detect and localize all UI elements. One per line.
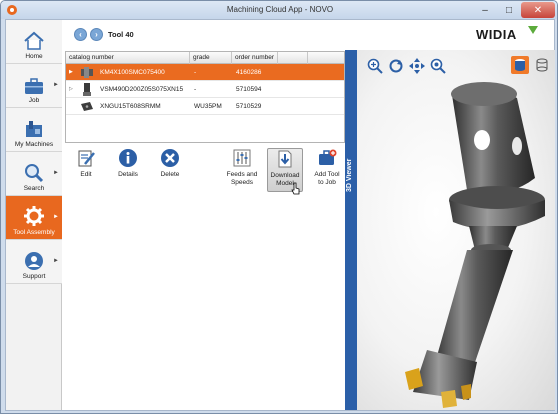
hand-cursor-icon bbox=[291, 182, 300, 195]
add-tool-to-job-button[interactable]: Add Tool to Job bbox=[309, 148, 345, 192]
table-row[interactable]: ▷ VSM490D200Z05S075XN15 - 5710594 bbox=[66, 81, 344, 98]
edit-label: Edit bbox=[80, 171, 92, 178]
tool-thumbnail-icon bbox=[81, 67, 93, 78]
delete-label: Delete bbox=[160, 171, 180, 178]
forward-button[interactable]: › bbox=[90, 28, 103, 41]
title-bar: Machining Cloud App - NOVO – □ ✕ bbox=[1, 1, 557, 19]
page-title: Tool 40 bbox=[108, 30, 134, 39]
minimize-button[interactable]: – bbox=[473, 2, 497, 18]
download-icon bbox=[278, 150, 292, 168]
add-tool-label-line2: to Job bbox=[318, 179, 336, 186]
brand-logo: WIDIA bbox=[476, 27, 517, 42]
edit-button[interactable]: Edit bbox=[68, 148, 104, 192]
expand-arrow-icon[interactable]: ▶ bbox=[69, 64, 73, 81]
support-icon bbox=[25, 252, 43, 270]
order-number-cell: 5710594 bbox=[236, 86, 262, 93]
magnifier-icon bbox=[25, 164, 44, 183]
sidebar: Home Job ► My Machines Search ► Tool Ass… bbox=[6, 20, 62, 410]
briefcase-icon bbox=[25, 78, 43, 94]
3d-viewer[interactable] bbox=[357, 50, 555, 410]
add-tool-label-line1: Add Tool bbox=[314, 171, 340, 178]
table-row[interactable]: ▶ KM4X100SMC075400 - 4160286 bbox=[66, 64, 344, 81]
catalog-number-cell: XNGU15T608SRMM bbox=[100, 103, 161, 110]
delete-button[interactable]: Delete bbox=[152, 148, 188, 192]
expand-arrow-icon[interactable]: ▷ bbox=[69, 81, 73, 98]
feeds-label-line1: Feeds and bbox=[226, 171, 258, 178]
maximize-button[interactable]: □ bbox=[497, 2, 521, 18]
app-window: Machining Cloud App - NOVO – □ ✕ Home Jo… bbox=[0, 0, 558, 414]
sidebar-item-label: Tool Assembly bbox=[13, 229, 55, 236]
order-number-cell: 5710529 bbox=[236, 103, 262, 110]
sidebar-item-label: Home bbox=[25, 53, 43, 60]
sidebar-item-my-machines[interactable]: My Machines bbox=[6, 108, 62, 152]
submenu-arrow-icon: ► bbox=[53, 258, 59, 264]
tool-thumbnail-icon bbox=[83, 83, 91, 96]
grade-cell: - bbox=[194, 69, 197, 76]
feeds-label-line2: Speeds bbox=[230, 179, 254, 186]
sidebar-item-support[interactable]: Support ► bbox=[6, 240, 62, 284]
catalog-number-cell: KM4X100SMC075400 bbox=[100, 69, 165, 76]
table-row[interactable]: XNGU15T608SRMM WU35PM 5710529 bbox=[66, 98, 344, 115]
grade-cell: - bbox=[194, 86, 197, 93]
feeds-and-speeds-button[interactable]: Feeds and Speeds bbox=[224, 148, 260, 192]
viewer-side-tab[interactable] bbox=[345, 50, 357, 410]
edit-icon bbox=[78, 150, 95, 167]
column-header-catalog-number[interactable]: catalog number bbox=[66, 52, 190, 64]
grade-cell: WU35PM bbox=[194, 103, 222, 110]
insert-thumbnail-icon bbox=[81, 102, 93, 111]
sidebar-item-search[interactable]: Search ► bbox=[6, 152, 62, 196]
tool-3d-model bbox=[405, 82, 545, 408]
submenu-arrow-icon: ► bbox=[53, 214, 59, 220]
submenu-arrow-icon: ► bbox=[53, 82, 59, 88]
details-button[interactable]: Details bbox=[110, 148, 146, 192]
column-header-empty bbox=[278, 52, 308, 64]
sidebar-item-label: My Machines bbox=[14, 141, 54, 148]
home-icon bbox=[24, 31, 44, 50]
order-number-cell: 4160286 bbox=[236, 69, 262, 76]
details-label: Details bbox=[118, 171, 138, 178]
machine-icon bbox=[26, 121, 42, 137]
brand-mark-icon bbox=[528, 26, 538, 34]
sidebar-item-label: Support bbox=[22, 273, 46, 280]
delete-icon bbox=[161, 149, 179, 167]
table-header: catalog number grade order number bbox=[66, 52, 344, 64]
back-button[interactable]: ‹ bbox=[74, 28, 87, 41]
column-header-order-number[interactable]: order number bbox=[232, 52, 278, 64]
close-button[interactable]: ✕ bbox=[521, 2, 555, 18]
gear-icon bbox=[24, 206, 44, 226]
catalog-number-cell: VSM490D200Z05S075XN15 bbox=[100, 86, 184, 93]
download-label-line1: Download bbox=[270, 172, 300, 179]
sidebar-item-home[interactable]: Home bbox=[6, 20, 62, 64]
app-client-area: Home Job ► My Machines Search ► Tool Ass… bbox=[5, 19, 555, 411]
column-header-grade[interactable]: grade bbox=[190, 52, 232, 64]
component-table: catalog number grade order number ▶ KM4X… bbox=[65, 51, 345, 143]
info-icon bbox=[119, 149, 137, 167]
content-header: ‹ › Tool 40 WIDIA bbox=[62, 20, 556, 50]
viewer-tab-label: 3D Viewer bbox=[346, 158, 353, 192]
sidebar-item-tool-assembly[interactable]: Tool Assembly ► bbox=[6, 196, 62, 240]
sidebar-item-job[interactable]: Job ► bbox=[6, 64, 62, 108]
sidebar-item-label: Job bbox=[28, 97, 40, 104]
add-to-job-icon bbox=[319, 149, 337, 165]
sidebar-item-label: Search bbox=[23, 185, 45, 192]
submenu-arrow-icon: ► bbox=[53, 170, 59, 176]
sliders-icon bbox=[233, 149, 251, 167]
